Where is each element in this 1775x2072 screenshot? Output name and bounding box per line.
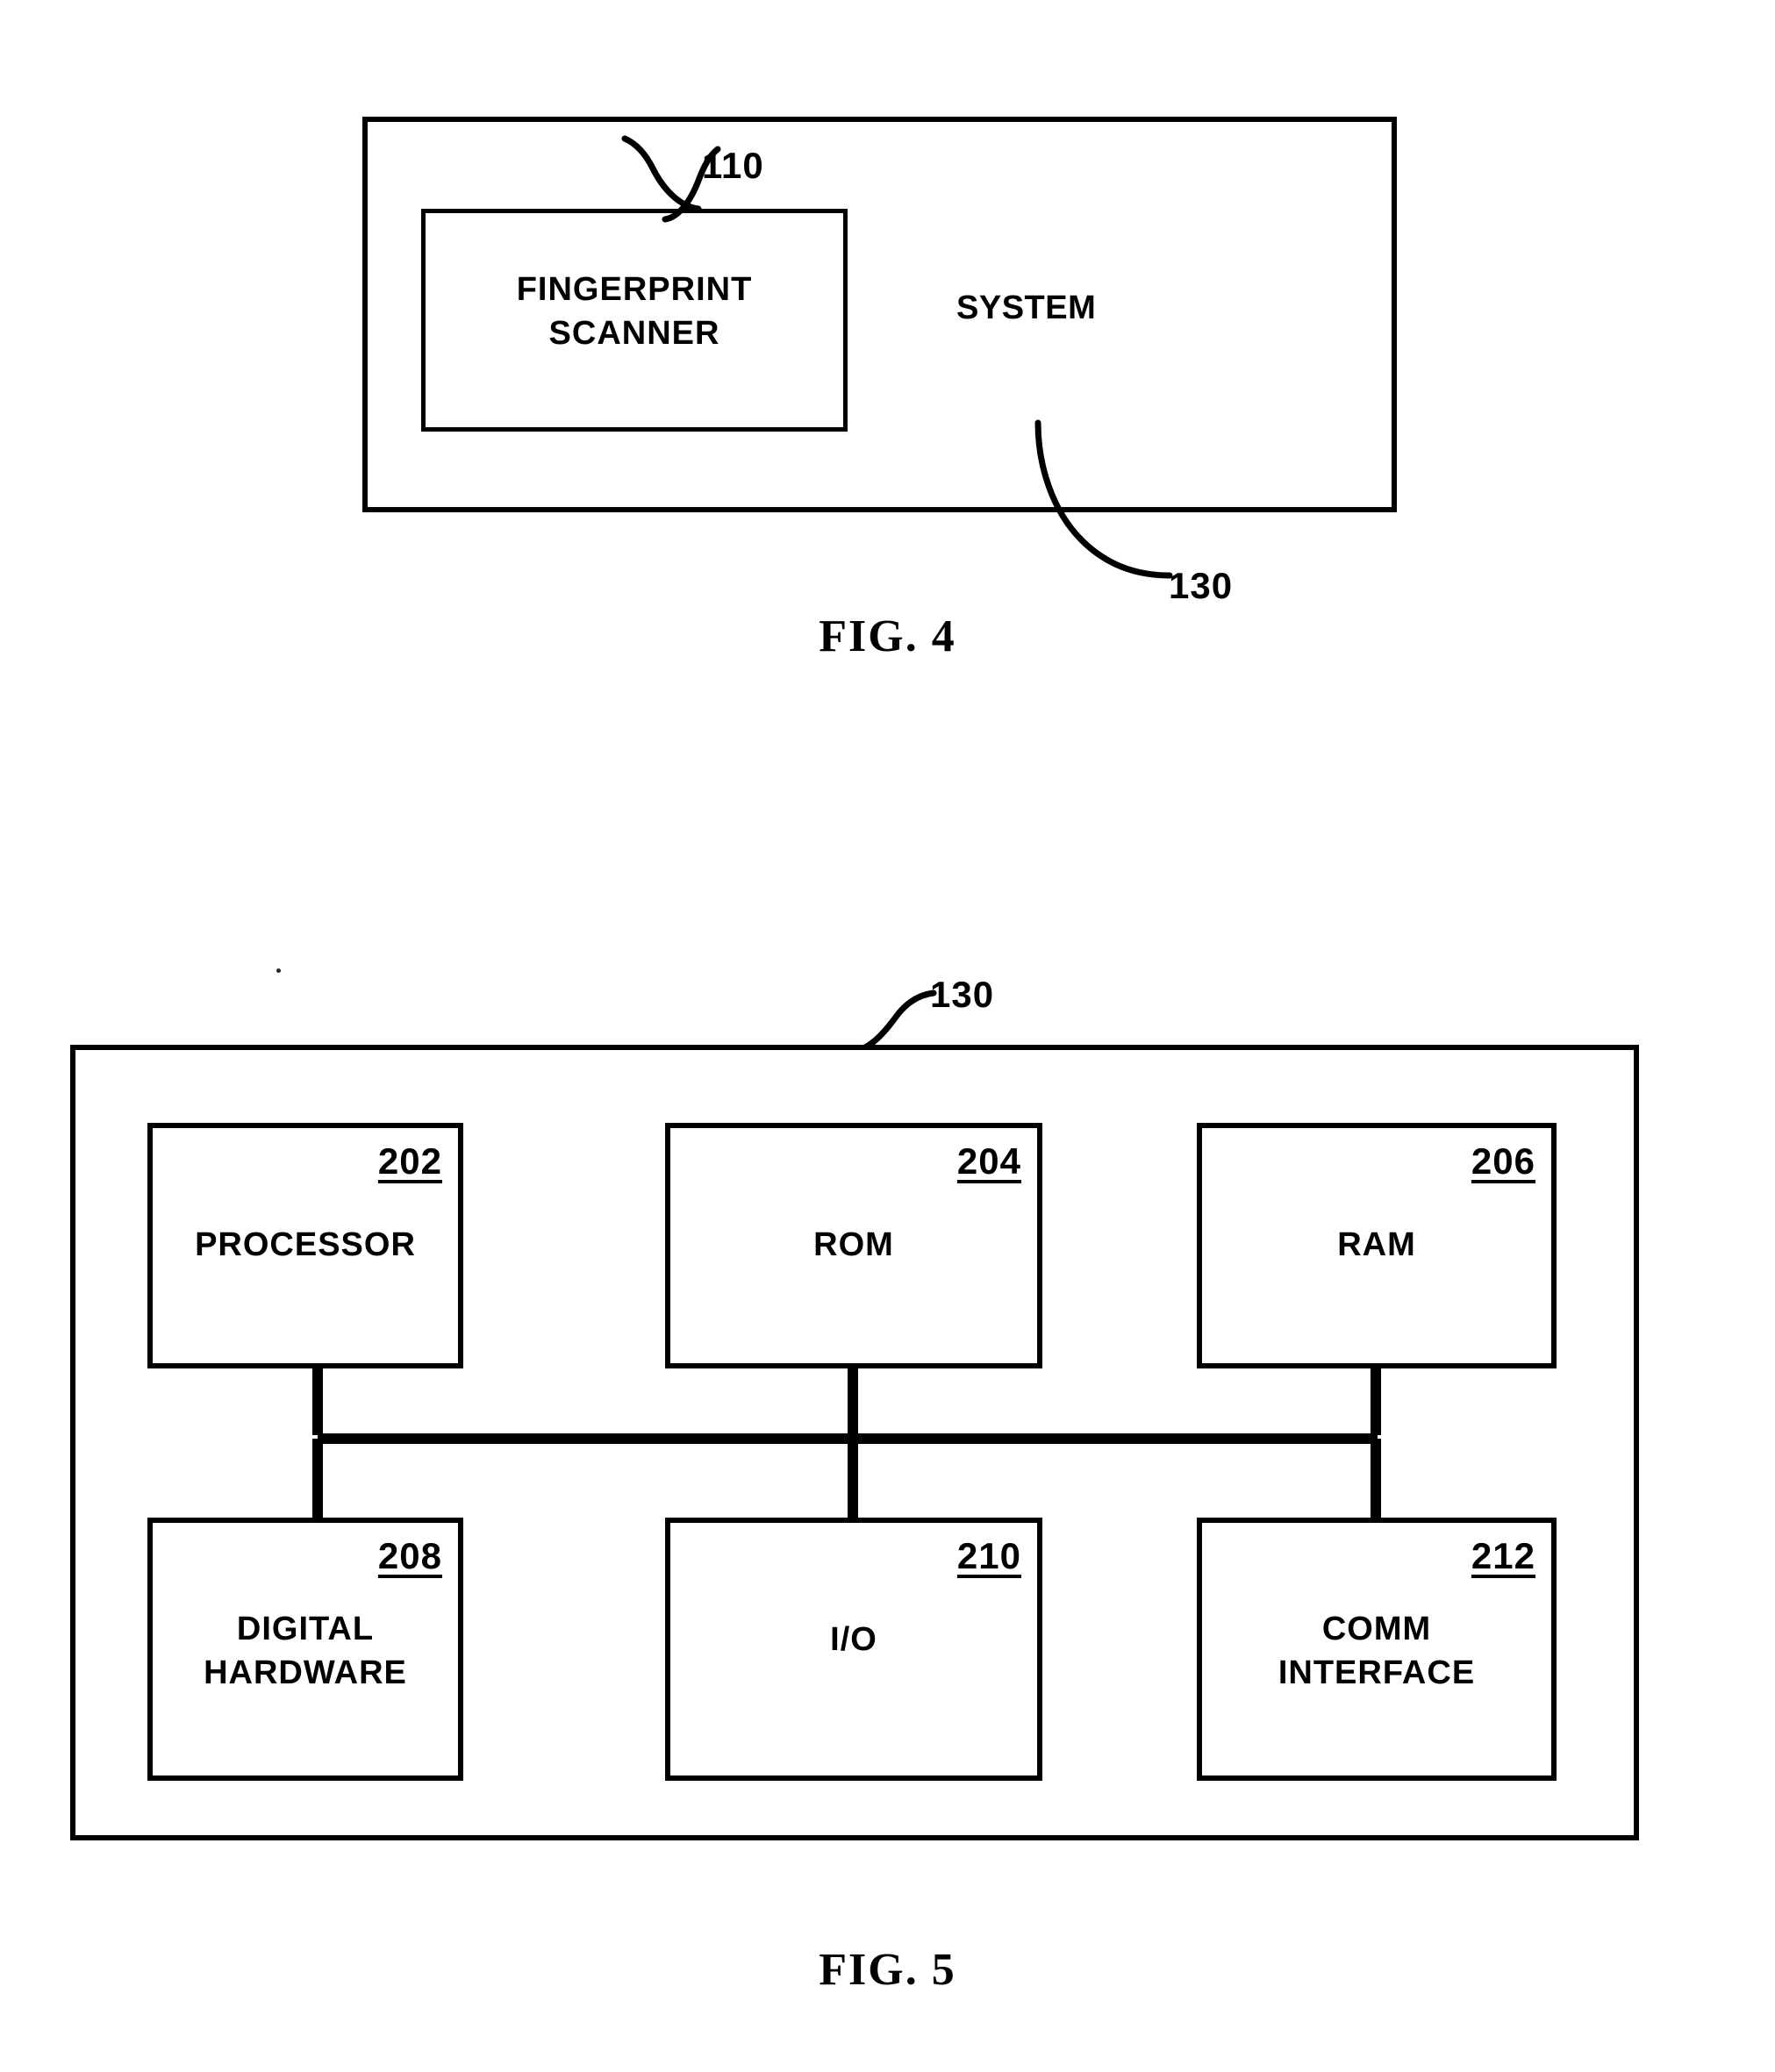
fig4-scanner-line-1: FINGERPRINT: [516, 271, 753, 308]
fig5-ref-212: 212: [1471, 1535, 1535, 1576]
bus-stub-io-down: [848, 1439, 858, 1518]
fig5-label-digital-hardware-line-1: DIGITAL: [236, 1611, 375, 1647]
fig4-fingerprint-scanner-box: FINGERPRINT SCANNER: [421, 209, 848, 432]
fig5-label-processor: PROCESSOR: [195, 1226, 416, 1263]
fig5-caption: FIG. 5: [819, 1945, 956, 1995]
fig5-ref-206: 206: [1471, 1140, 1535, 1182]
fig5-label-digital-hardware-line-2: HARDWARE: [204, 1654, 407, 1692]
bus-stub-comm-interface-down: [1371, 1439, 1381, 1518]
fig4-caption: FIG. 4: [819, 611, 956, 661]
fig5-ref-210: 210: [956, 1535, 1021, 1576]
fig5-ref-208: 208: [377, 1535, 442, 1576]
bus-stub-digital-hardware-down: [312, 1439, 323, 1518]
fig5-label-comm-interface-line-2: INTERFACE: [1278, 1654, 1476, 1692]
fig5-block-rom: 204 ROM: [665, 1123, 1042, 1368]
patent-figure-sheet: SYSTEM FINGERPRINT SCANNER 110 130 FIG. …: [0, 0, 1775, 2072]
fig5-ref-202: 202: [377, 1140, 442, 1182]
fig5-label-comm-interface: COMM INTERFACE: [1202, 1607, 1551, 1695]
bus-stub-processor-up: [312, 1368, 323, 1435]
fig4-system-label: SYSTEM: [956, 289, 1097, 326]
fig5-label-ram: RAM: [1337, 1226, 1416, 1263]
fig5-reference-130: 130: [930, 974, 995, 1015]
scan-speck: [276, 968, 281, 973]
fig5-block-ram: 206 RAM: [1197, 1123, 1557, 1368]
fig5-label-comm-interface-line-1: COMM: [1321, 1611, 1432, 1647]
fig5-block-processor: 202 PROCESSOR: [147, 1123, 463, 1368]
fig5-label-io: I/O: [830, 1621, 877, 1658]
fig5-ref-204: 204: [956, 1140, 1021, 1182]
fig4-reference-110: 110: [702, 145, 764, 186]
fig4-scanner-text: FINGERPRINT SCANNER: [426, 268, 843, 355]
fig5-block-comm-interface: 212 COMM INTERFACE: [1197, 1518, 1557, 1781]
fig4-reference-130: 130: [1169, 565, 1234, 606]
fig5-label-rom: ROM: [813, 1226, 894, 1263]
bus-stub-ram-up: [1371, 1368, 1381, 1435]
fig5-block-digital-hardware: 208 DIGITAL HARDWARE: [147, 1518, 463, 1781]
fig5-block-io: 210 I/O: [665, 1518, 1042, 1781]
bus-stub-rom-up: [848, 1368, 858, 1435]
fig5-label-digital-hardware: DIGITAL HARDWARE: [153, 1607, 458, 1695]
fig4-scanner-line-2: SCANNER: [548, 315, 720, 353]
